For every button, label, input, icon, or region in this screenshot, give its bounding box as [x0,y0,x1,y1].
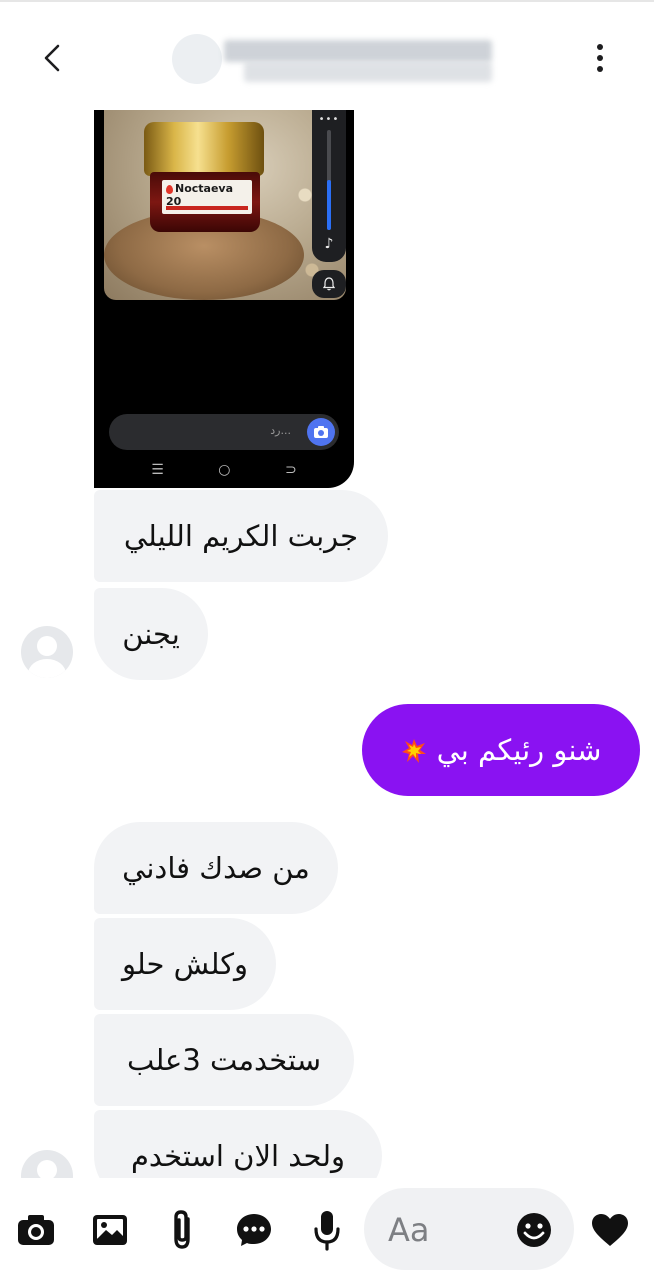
message-text: يجنن [122,617,180,651]
message-text: ولحد الان استخدم [130,1139,346,1173]
camera-icon [307,418,335,446]
like-button[interactable] [588,1208,632,1252]
home-icon: ○ [218,462,231,478]
shared-screenshot-image[interactable]: Noctaeva 20 ••• ♪ رد... ☰ ○ ⊃ [94,110,354,488]
message-bubble-incoming[interactable]: وكلش حلو [94,918,276,1010]
more-vertical-icon [597,44,603,50]
message-list[interactable]: Noctaeva 20 ••• ♪ رد... ☰ ○ ⊃ جربت الكري… [0,110,654,1178]
sender-avatar[interactable] [21,1150,73,1178]
message-bubble-incoming[interactable]: ستخدمت 3علب [94,1014,354,1106]
message-text: وكلش حلو [121,947,249,981]
product-photo: Noctaeva 20 ••• ♪ [104,110,346,300]
back-nav-icon: ⊃ [284,462,297,478]
sender-avatar[interactable] [21,626,73,678]
volume-panel: ••• ♪ [312,110,346,262]
message-bubble-incoming[interactable]: ولحد الان استخدم [94,1110,382,1178]
contact-avatar[interactable] [172,34,222,84]
message-input-container[interactable] [364,1188,574,1270]
message-composer [0,1178,654,1280]
recent-apps-icon: ☰ [151,462,164,478]
voice-button[interactable] [305,1208,349,1252]
screenshot-nav-bar: ☰ ○ ⊃ [94,462,354,478]
message-text: ستخدمت 3علب [126,1043,322,1077]
redacted-contact-name [224,40,492,62]
message-text: من صدك فادني [122,851,310,885]
chat-bubble-icon [237,1214,271,1246]
microphone-icon [314,1211,340,1251]
product-label-text: Noctaeva 20 [166,182,234,208]
back-button[interactable] [30,36,74,80]
volume-level [327,180,331,230]
conversation-header [0,0,654,112]
camera-button[interactable] [14,1208,58,1252]
heart-icon [592,1214,628,1246]
message-text: شنو رئيكم بي [436,733,602,767]
music-note-icon: ♪ [324,236,334,252]
product-label: Noctaeva 20 [162,180,252,214]
jar-lid [144,122,264,176]
chat-button[interactable] [232,1208,276,1252]
bell-icon [312,270,346,298]
message-bubble-incoming[interactable]: من صدك فادني [94,822,338,914]
screenshot-reply-field: رد... [109,414,339,450]
gallery-icon [93,1215,127,1245]
emoji-button[interactable] [514,1210,554,1250]
smile-icon [517,1213,551,1247]
message-bubble-incoming[interactable]: جربت الكريم الليلي [94,490,388,582]
chevron-left-icon [44,44,60,72]
more-options-button[interactable] [582,38,618,78]
gallery-button[interactable] [88,1208,132,1252]
message-input[interactable] [386,1208,500,1252]
attachment-icon [174,1210,190,1249]
camera-icon [18,1215,54,1245]
message-bubble-outgoing[interactable]: شنو رئيكم بي [362,704,640,796]
collision-emoji [401,737,427,763]
redacted-contact-status [244,62,492,82]
message-bubble-incoming[interactable]: يجنن [94,588,208,680]
attach-button[interactable] [160,1208,204,1252]
message-text: جربت الكريم الليلي [123,519,359,553]
